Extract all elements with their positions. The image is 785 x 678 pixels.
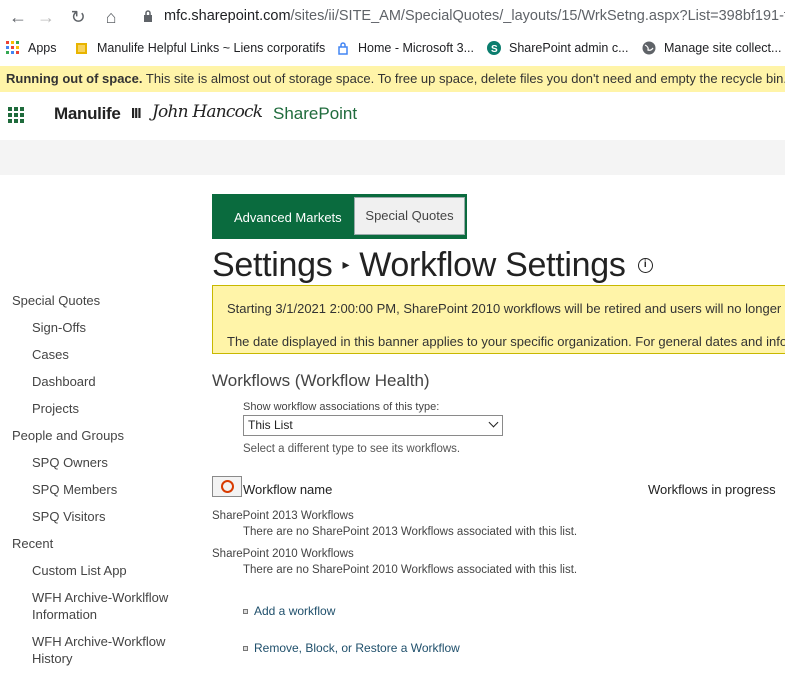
column-workflows-in-progress: Workflows in progress <box>648 482 776 497</box>
remove-block-restore-link[interactable]: Remove, Block, or Restore a Workflow <box>243 641 460 655</box>
forward-icon[interactable]: → <box>36 7 56 27</box>
bookmark-manulife-links[interactable]: Manulife Helpful Links ~ Liens corporati… <box>75 41 325 55</box>
nav-dashboard[interactable]: Dashboard <box>32 373 96 390</box>
bookmark-apps[interactable]: Apps <box>6 41 57 55</box>
bookmarks-bar: Apps Manulife Helpful Links ~ Liens corp… <box>0 35 785 63</box>
storage-warning-banner: Running out of space. This site is almos… <box>0 66 785 92</box>
add-workflow-label: Add a workflow <box>254 604 336 618</box>
storage-warning-text: This site is almost out of storage space… <box>142 71 785 86</box>
breadcrumb-settings[interactable]: Settings <box>212 246 333 284</box>
retirement-notice-banner: Starting 3/1/2021 2:00:00 PM, SharePoint… <box>212 285 785 354</box>
association-type-label: Show workflow associations of this type: <box>243 401 440 413</box>
tab-advanced-markets[interactable]: Advanced Markets <box>234 210 342 225</box>
manulife-logo[interactable]: Manulife <box>54 104 121 124</box>
nav-projects[interactable]: Projects <box>32 400 79 417</box>
association-type-hint: Select a different type to see its workf… <box>243 443 461 455</box>
association-type-select[interactable]: This List <box>243 415 503 436</box>
page-title: Settings ▸ Workflow Settings i <box>212 246 653 285</box>
retirement-notice-line1: Starting 3/1/2021 2:00:00 PM, SharePoint… <box>227 301 785 316</box>
bookmark-manage-site[interactable]: Manage site collect... <box>642 41 781 55</box>
url-field[interactable]: mfc.sharepoint.com/sites/ii/SITE_AM/Spec… <box>164 8 785 24</box>
add-workflow-link[interactable]: Add a workflow <box>243 604 335 618</box>
remove-workflow-label: Remove, Block, or Restore a Workflow <box>254 641 460 655</box>
bookmark-microsoft-home[interactable]: Home - Microsoft 3... <box>336 41 474 55</box>
empty-2013-message: There are no SharePoint 2013 Workflows a… <box>243 526 578 538</box>
john-hancock-logo: John Hancock <box>152 102 263 122</box>
bookmark-sharepoint-admin[interactable]: S SharePoint admin c... <box>487 41 629 55</box>
breadcrumb-separator-icon: ▸ <box>342 255 350 272</box>
chevron-down-icon <box>488 417 499 428</box>
group-sharepoint-2010: SharePoint 2010 Workflows <box>212 548 354 560</box>
association-type-value: This List <box>248 418 293 432</box>
site-tabs: Advanced Markets Special Quotes <box>212 194 467 239</box>
sharepoint-app-title[interactable]: SharePoint <box>273 104 357 124</box>
home-icon[interactable]: ⌂ <box>101 7 121 27</box>
workflow-status-icon-button[interactable] <box>212 476 242 497</box>
nav-spq-owners[interactable]: SPQ Owners <box>32 454 108 471</box>
nav-special-quotes[interactable]: Special Quotes <box>12 292 100 309</box>
nav-recent[interactable]: Recent <box>12 535 53 552</box>
bullet-icon <box>243 645 248 651</box>
nav-sign-offs[interactable]: Sign-Offs <box>32 319 86 336</box>
back-icon[interactable]: ← <box>8 7 28 27</box>
retirement-notice-line2: The date displayed in this banner applie… <box>227 334 785 349</box>
svg-text:S: S <box>491 44 498 55</box>
nav-wfh-archive-history[interactable]: WFH Archive-Workflow <box>32 633 165 650</box>
nav-wfh-archive-info-cont[interactable]: Information <box>32 606 97 623</box>
nav-cases[interactable]: Cases <box>32 346 69 363</box>
nav-spq-members[interactable]: SPQ Members <box>32 481 117 498</box>
nav-people-and-groups[interactable]: People and Groups <box>12 427 124 444</box>
bullet-icon <box>243 608 248 614</box>
suite-bar: Manulife III John Hancock SharePoint <box>0 92 785 140</box>
nav-spq-visitors[interactable]: SPQ Visitors <box>32 508 105 525</box>
nav-custom-list-app[interactable]: Custom List App <box>32 562 127 579</box>
nav-wfh-archive-info[interactable]: WFH Archive-Worklflow <box>32 589 168 606</box>
breadcrumb-workflow-settings: Workflow Settings <box>359 246 626 284</box>
nav-wfh-archive-history-cont[interactable]: History <box>32 650 72 667</box>
storage-warning-title: Running out of space. <box>6 71 143 86</box>
folder-icon <box>76 43 87 54</box>
app-launcher-icon[interactable] <box>8 107 24 123</box>
column-workflow-name: Workflow name <box>243 482 333 497</box>
info-icon[interactable]: i <box>637 257 653 273</box>
bookmark-label: Manage site collect... <box>664 41 782 55</box>
bookmark-label: Home - Microsoft 3... <box>358 41 474 55</box>
bookmark-label: Apps <box>28 41 57 55</box>
reload-icon[interactable]: ↻ <box>68 7 88 27</box>
workflows-heading: Workflows (Workflow Health) <box>212 371 430 390</box>
lock-icon <box>144 10 152 22</box>
sharepoint-icon: S <box>487 41 501 55</box>
apps-grid-icon <box>6 41 19 54</box>
workflow-check-icon <box>221 480 234 493</box>
group-sharepoint-2013: SharePoint 2013 Workflows <box>212 510 354 522</box>
browser-address-bar: ← → ↻ ⌂ mfc.sharepoint.com/sites/ii/SITE… <box>0 0 785 35</box>
command-bar <box>0 140 785 175</box>
brand-mark-logo: III <box>131 105 141 122</box>
globe-icon <box>642 41 656 55</box>
tab-special-quotes[interactable]: Special Quotes <box>354 197 465 235</box>
bookmark-label: SharePoint admin c... <box>509 41 629 55</box>
bookmark-label: Manulife Helpful Links ~ Liens corporati… <box>97 41 326 55</box>
office-lock-icon <box>338 42 348 55</box>
empty-2010-message: There are no SharePoint 2010 Workflows a… <box>243 564 578 576</box>
